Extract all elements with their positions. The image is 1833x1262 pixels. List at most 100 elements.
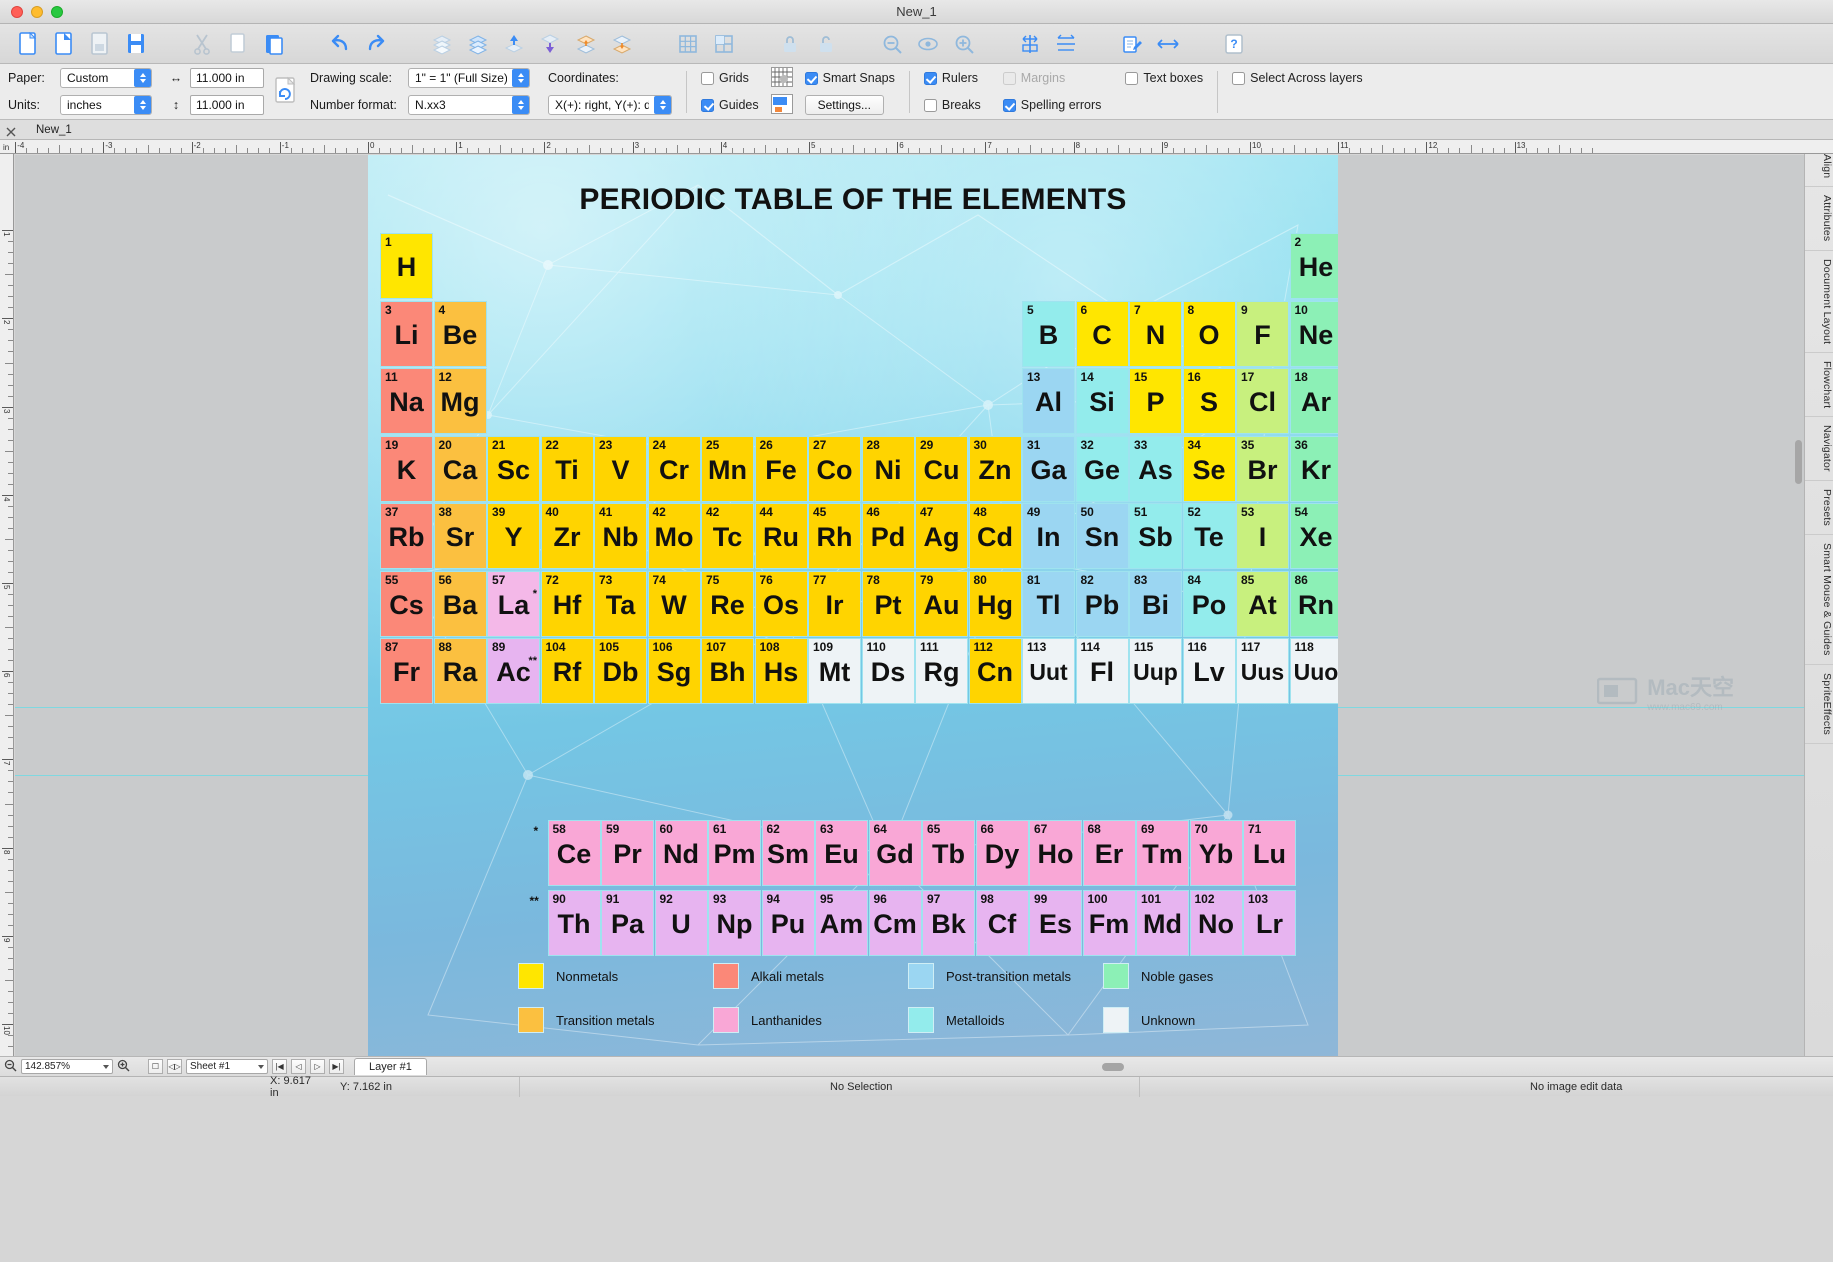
element-cell-pu[interactable]: 94 Pu — [761, 889, 815, 956]
element-cell-fl[interactable]: 114 Fl — [1075, 638, 1129, 704]
page-height-input[interactable] — [190, 95, 264, 115]
element-cell-no[interactable]: 102 No — [1189, 889, 1243, 956]
element-cell-er[interactable]: 68 Er — [1082, 820, 1136, 887]
element-cell-ag[interactable]: 47 Ag — [915, 503, 968, 569]
zoom-in-icon[interactable] — [117, 1059, 130, 1075]
element-cell-re[interactable]: 75 Re — [701, 570, 754, 637]
element-cell-pr[interactable]: 59 Pr — [601, 820, 654, 887]
right-panel-tab-presets[interactable]: Presets — [1805, 481, 1833, 536]
select-across-layers-checkbox[interactable]: Select Across layers — [1232, 71, 1363, 85]
undo-icon[interactable] — [322, 28, 358, 60]
element-cell-c[interactable]: 6C — [1075, 300, 1129, 367]
element-cell-ce[interactable]: 58 Ce — [547, 820, 601, 887]
paper-select[interactable]: Custom — [60, 68, 152, 88]
element-cell-ge[interactable]: 32 Ge — [1075, 435, 1129, 502]
paste-icon[interactable] — [256, 28, 292, 60]
element-cell-at[interactable]: 85 At — [1236, 570, 1289, 637]
settings-button[interactable]: Settings... — [804, 95, 884, 115]
unlock-icon[interactable] — [808, 28, 844, 60]
smart-snaps-checkbox[interactable]: Smart Snaps — [804, 71, 895, 85]
element-cell-ra[interactable]: 88 Ra — [433, 638, 487, 704]
nav-first-button[interactable]: |◀ — [272, 1059, 287, 1074]
right-panel-tab-spriteeffects[interactable]: SpriteEffects — [1805, 665, 1833, 744]
element-cell-fe[interactable]: 26 Fe — [754, 435, 808, 502]
element-cell-tm[interactable]: 69 Tm — [1136, 820, 1189, 887]
vertical-ruler[interactable]: 1 2 3 4 5 6 7 8 9 10 — [0, 154, 14, 1056]
bring-to-front-icon[interactable] — [424, 28, 460, 60]
horizontal-scrollbar[interactable] — [437, 1060, 1823, 1074]
element-cell-zr[interactable]: 40 Zr — [540, 503, 594, 569]
element-cell-po[interactable]: 84 Po — [1182, 570, 1236, 637]
element-cell-co[interactable]: 27 Co — [808, 435, 861, 502]
right-panel-tab-navigator[interactable]: Navigator — [1805, 417, 1833, 482]
element-cell-tl[interactable]: 81 Tl — [1022, 570, 1075, 637]
element-cell-k[interactable]: 19 K — [380, 435, 433, 502]
element-cell-as[interactable]: 33 As — [1129, 435, 1182, 502]
open-document-icon[interactable] — [82, 28, 118, 60]
preview-icon[interactable] — [910, 28, 946, 60]
element-cell-ac[interactable]: 89 Ac ** — [487, 638, 540, 704]
element-cell-lu[interactable]: 71 Lu — [1243, 820, 1296, 887]
document-tab[interactable]: New_1 — [22, 124, 86, 136]
new-from-template-icon[interactable] — [46, 28, 82, 60]
element-cell-ta[interactable]: 73 Ta — [594, 570, 647, 637]
guides-checkbox[interactable]: Guides — [701, 98, 759, 112]
element-cell-zn[interactable]: 30 Zn — [968, 435, 1022, 502]
element-cell-sm[interactable]: 62 Sm — [761, 820, 815, 887]
zoom-out-icon[interactable] — [874, 28, 910, 60]
chevron-down-icon[interactable] — [258, 1064, 264, 1069]
number-format-select[interactable]: N.xx3 — [408, 95, 530, 115]
element-cell-yb[interactable]: 70 Yb — [1189, 820, 1243, 887]
element-cell-cs[interactable]: 55 Cs — [380, 570, 433, 637]
element-cell-na[interactable]: 11 Na — [380, 368, 433, 434]
grid-settings-icon[interactable] — [706, 28, 742, 60]
guide-preview-icon[interactable] — [770, 93, 793, 117]
element-cell-mn[interactable]: 25 Mn — [701, 435, 754, 502]
element-cell-hs[interactable]: 108 Hs — [754, 638, 808, 704]
redo-icon[interactable] — [358, 28, 394, 60]
element-cell-sc[interactable]: 21 Sc — [487, 435, 540, 502]
horizontal-scrollbar-thumb[interactable] — [1102, 1062, 1125, 1071]
element-cell-uut[interactable]: 113 Uut — [1022, 638, 1075, 704]
element-cell-mt[interactable]: 109 Mt — [808, 638, 861, 704]
element-cell-cn[interactable]: 112 Cn — [968, 638, 1022, 704]
element-cell-ni[interactable]: 28 Ni — [861, 435, 915, 502]
link-icon[interactable] — [1150, 28, 1186, 60]
element-cell-md[interactable]: 101 Md — [1136, 889, 1189, 956]
element-cell-pt[interactable]: 78 Pt — [861, 570, 915, 637]
element-cell-eu[interactable]: 63 Eu — [815, 820, 868, 887]
zoom-in-icon[interactable] — [946, 28, 982, 60]
text-boxes-checkbox[interactable]: Text boxes — [1125, 71, 1203, 85]
element-cell-li[interactable]: 3 Li — [380, 300, 433, 367]
element-cell-hf[interactable]: 72 Hf — [540, 570, 594, 637]
element-cell-se[interactable]: 34 Se — [1182, 435, 1236, 502]
element-cell-be[interactable]: 4 Be — [433, 300, 487, 367]
element-cell-am[interactable]: 95 Am — [815, 889, 868, 956]
element-cell-p[interactable]: 15 P — [1129, 368, 1182, 434]
sheet-select[interactable]: Sheet #1 — [186, 1059, 268, 1074]
units-select[interactable]: inches — [60, 95, 152, 115]
layer-tab[interactable]: Layer #1 — [354, 1058, 427, 1075]
grids-checkbox[interactable]: Grids — [701, 71, 749, 85]
grid-preview-icon[interactable] — [770, 66, 793, 90]
element-cell-np[interactable]: 93 Np — [708, 889, 761, 956]
document-page[interactable]: PERIODIC TABLE OF THE ELEMENTS 1 H 2 He 3 Li 4… — [368, 155, 1338, 1056]
element-cell-pm[interactable]: 61 Pm — [708, 820, 761, 887]
element-cell-rb[interactable]: 37 Rb — [380, 503, 433, 569]
zoom-out-icon[interactable] — [4, 1059, 17, 1075]
element-cell-uup[interactable]: 115 Uup — [1129, 638, 1182, 704]
element-cell-s[interactable]: 16 S — [1182, 368, 1236, 434]
element-cell-lr[interactable]: 103 Lr — [1243, 889, 1296, 956]
element-cell-lv[interactable]: 116 Lv — [1182, 638, 1236, 704]
nav-next-button[interactable]: ▷ — [310, 1059, 325, 1074]
ungroup-icon[interactable] — [604, 28, 640, 60]
element-cell-cr[interactable]: 24 Cr — [647, 435, 701, 502]
element-cell-ba[interactable]: 56 Ba — [433, 570, 487, 637]
help-icon[interactable]: ? — [1216, 28, 1252, 60]
nav-last-button[interactable]: ▶| — [329, 1059, 344, 1074]
right-panel-tab-document-layout[interactable]: Document Layout — [1805, 251, 1833, 354]
element-cell-hg[interactable]: 80 Hg — [968, 570, 1022, 637]
element-cell-nb[interactable]: 41 Nb — [594, 503, 647, 569]
element-cell-fr[interactable]: 87 Fr — [380, 638, 433, 704]
element-cell-in[interactable]: 49 In — [1022, 503, 1075, 569]
